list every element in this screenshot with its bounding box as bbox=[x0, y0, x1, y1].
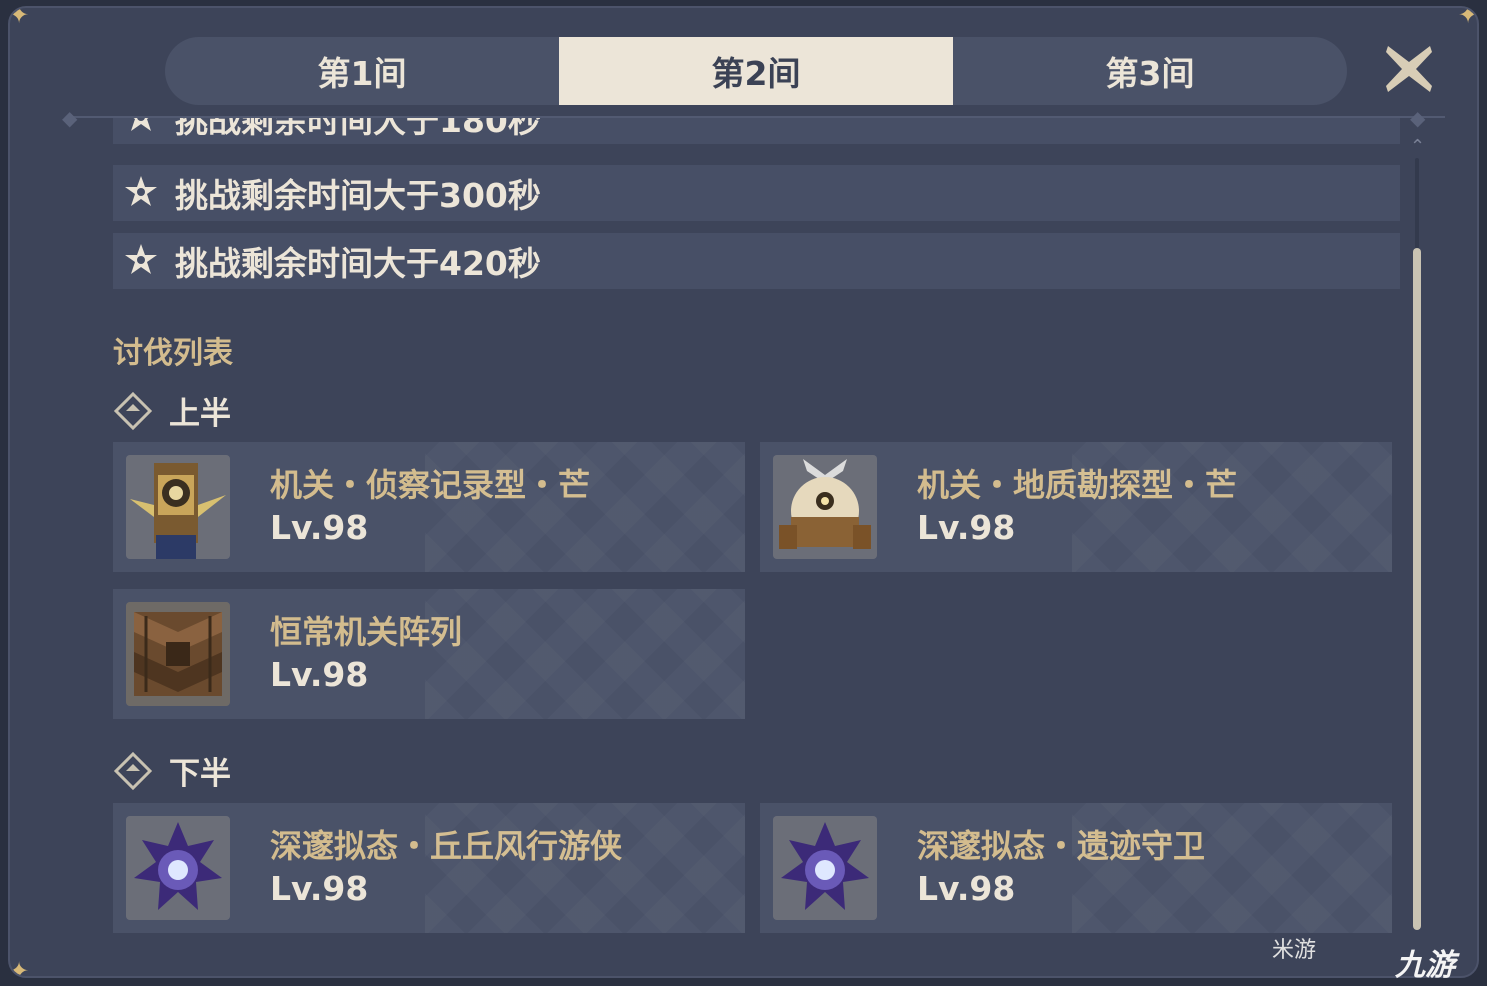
star-icon bbox=[125, 176, 157, 206]
condition-text: 挑战剩余时间大于420秒 bbox=[175, 244, 541, 283]
abyssal-mimic-ruin-guard-icon bbox=[773, 816, 877, 920]
condition-text: 挑战剩余时间大于300秒 bbox=[175, 176, 541, 215]
perpetual-mechanical-array-icon bbox=[126, 602, 230, 706]
watermark-logo-text: 九游 bbox=[1395, 948, 1455, 983]
abyss-chamber-panel: ✦ ✦ ✦ 第1间 第2间 第3间 ◆ ◆ 挑战剩余时间大于180秒 挑战剩余时… bbox=[8, 6, 1479, 978]
enemy-level: Lv.98 bbox=[270, 508, 369, 547]
enemy-card[interactable]: 机关・侦察记录型・芒 Lv.98 bbox=[113, 442, 745, 572]
enemy-level: Lv.98 bbox=[270, 869, 369, 908]
condition-row: 挑战剩余时间大于420秒 bbox=[113, 233, 1400, 289]
chamber-tabs: 第1间 第2间 第3间 bbox=[165, 37, 1347, 105]
enemy-list-title: 讨伐列表 bbox=[113, 336, 233, 371]
second-half-label: 下半 bbox=[169, 756, 231, 792]
recon-log-mek-icon bbox=[126, 455, 230, 559]
scrollbar-thumb[interactable] bbox=[1413, 248, 1421, 930]
enemy-card[interactable]: 恒常机关阵列 Lv.98 bbox=[113, 589, 745, 719]
diamond-icon bbox=[113, 391, 153, 430]
enemy-name: 机关・侦察记录型・芒 bbox=[270, 466, 591, 504]
tab-chamber-1[interactable]: 第1间 bbox=[165, 37, 559, 105]
second-half-header: 下半 bbox=[113, 748, 231, 793]
condition-text: 挑战剩余时间大于180秒 bbox=[175, 118, 541, 140]
tab-chamber-2[interactable]: 第2间 bbox=[559, 37, 953, 105]
enemy-level: Lv.98 bbox=[917, 508, 1016, 547]
watermark-text: 米游 bbox=[1272, 938, 1317, 963]
first-half-label: 上半 bbox=[169, 396, 231, 432]
divider-ornament-icon: ◆ bbox=[1410, 106, 1426, 130]
enemy-card[interactable]: 深邃拟态・遗迹守卫 Lv.98 bbox=[760, 803, 1392, 933]
enemy-card[interactable]: 机关・地质勘探型・芒 Lv.98 bbox=[760, 442, 1392, 572]
chamber-content-scroll[interactable]: 挑战剩余时间大于180秒 挑战剩余时间大于300秒 挑战剩余时间大于420秒 讨… bbox=[105, 118, 1405, 938]
enemy-name: 深邃拟态・丘丘风行游侠 bbox=[270, 827, 623, 865]
condition-row: 挑战剩余时间大于300秒 bbox=[113, 165, 1400, 221]
enemy-name: 恒常机关阵列 bbox=[270, 613, 463, 651]
enemy-card[interactable]: 深邃拟态・丘丘风行游侠 Lv.98 bbox=[113, 803, 745, 933]
first-half-header: 上半 bbox=[113, 388, 231, 433]
corner-star-ornament: ✦ bbox=[8, 6, 30, 29]
diamond-icon bbox=[113, 751, 153, 790]
tab-chamber-3[interactable]: 第3间 bbox=[953, 37, 1347, 105]
star-icon bbox=[125, 244, 157, 274]
enemy-name: 机关・地质勘探型・芒 bbox=[917, 466, 1238, 504]
condition-row: 挑战剩余时间大于180秒 bbox=[113, 118, 1400, 144]
enemy-level: Lv.98 bbox=[917, 869, 1016, 908]
abyssal-mimic-hilichurl-ranger-icon bbox=[126, 816, 230, 920]
enemy-level: Lv.98 bbox=[270, 655, 369, 694]
divider-ornament-icon: ◆ bbox=[62, 106, 78, 130]
enemy-name: 深邃拟态・遗迹守卫 bbox=[917, 827, 1206, 865]
corner-star-ornament: ✦ bbox=[1457, 6, 1479, 29]
corner-star-ornament: ✦ bbox=[8, 957, 30, 978]
scroll-up-icon[interactable]: ⌃ bbox=[1410, 136, 1425, 157]
star-icon bbox=[131, 118, 151, 131]
close-icon[interactable] bbox=[1382, 42, 1436, 96]
geological-survey-mek-icon bbox=[773, 455, 877, 559]
